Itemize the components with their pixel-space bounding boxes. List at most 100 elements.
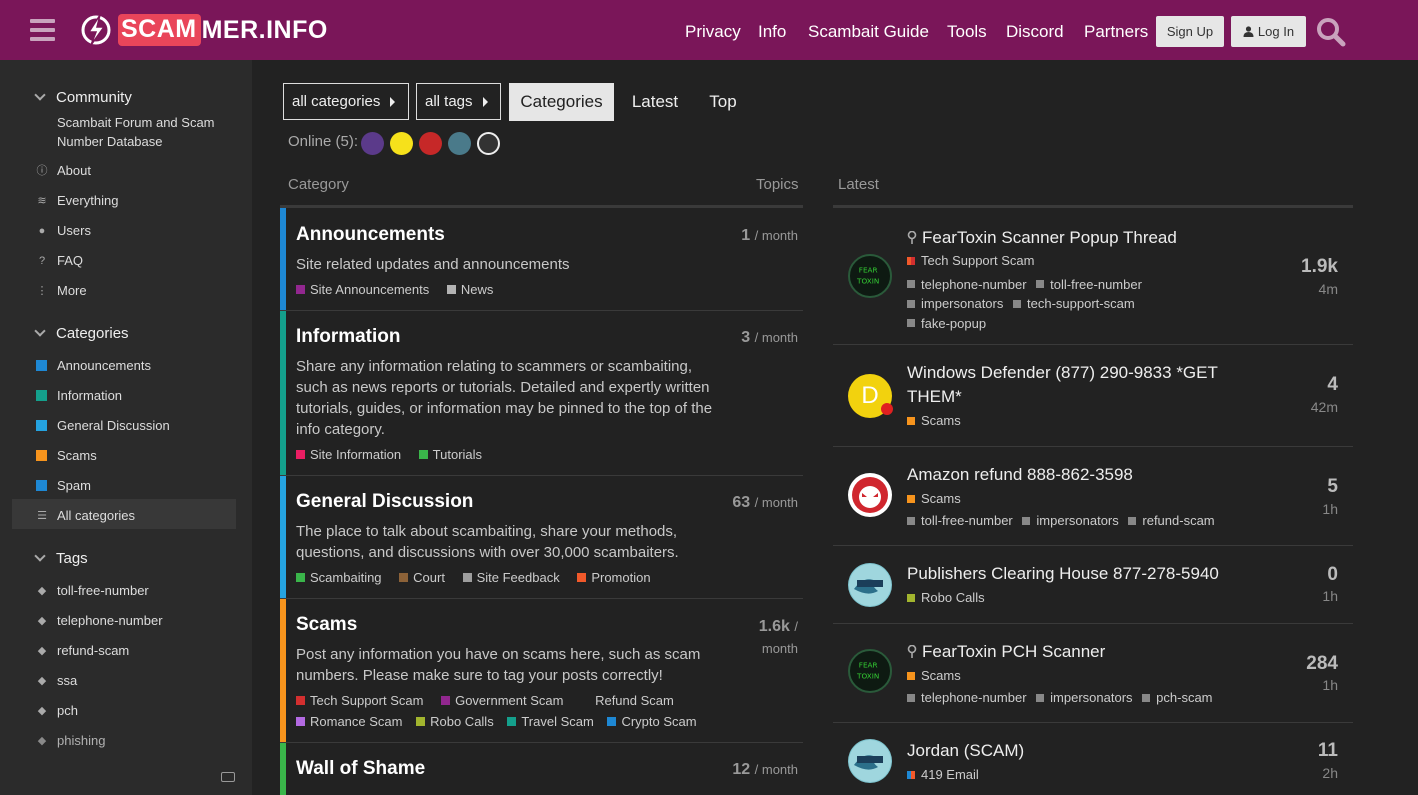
- sidebar-item-information[interactable]: Information: [36, 388, 122, 403]
- category-row-announcements[interactable]: Announcements 1 / month Site related upd…: [280, 208, 803, 311]
- site-logo[interactable]: SCAM MER.INFO: [80, 12, 328, 48]
- topic-tag[interactable]: pch-scam: [1142, 689, 1213, 707]
- fear-toxin-avatar[interactable]: FEAR TOXIN: [848, 254, 892, 298]
- search-icon[interactable]: [1316, 17, 1346, 47]
- keyboard-icon[interactable]: [221, 772, 235, 782]
- tab-top[interactable]: Top: [700, 83, 746, 121]
- topic-tag[interactable]: toll-free-number: [1036, 275, 1142, 294]
- topic-category[interactable]: Scams: [907, 667, 967, 685]
- topic-tag[interactable]: tech-support-scam: [1013, 294, 1135, 313]
- topic-age[interactable]: 4m: [1319, 281, 1338, 297]
- subcategory-link[interactable]: Government Scam: [441, 693, 563, 708]
- topic-reply-count[interactable]: 0: [1327, 564, 1338, 586]
- sidebar-tag-item[interactable]: ◆ refund-scam: [36, 643, 129, 658]
- topic-reply-count[interactable]: 284: [1306, 653, 1338, 675]
- subcategory-link[interactable]: News: [446, 282, 493, 297]
- subcategory-link[interactable]: Robo Calls: [416, 714, 494, 729]
- subcategory-link[interactable]: Court: [399, 570, 445, 585]
- online-user-avatar[interactable]: [419, 132, 442, 155]
- subcategory-link[interactable]: Romance Scam: [296, 714, 402, 729]
- category-row-information[interactable]: Information 3 / month Share any informat…: [280, 311, 803, 476]
- sidebar-item-all-categories[interactable]: ☰ All categories: [36, 508, 135, 523]
- tab-latest[interactable]: Latest: [624, 83, 686, 121]
- sidebar-item-general-discussion[interactable]: General Discussion: [36, 418, 170, 433]
- topic-title[interactable]: Amazon refund 888-862-3598: [907, 463, 1247, 487]
- category-name[interactable]: Announcements: [296, 224, 445, 246]
- category-row-scams[interactable]: Scams 1.6k / month Post any information y…: [280, 599, 803, 743]
- topic-title[interactable]: FearToxin Scanner Popup Thread: [907, 226, 1247, 250]
- online-user-avatar[interactable]: [361, 132, 384, 155]
- sidebar-tag-item[interactable]: ◆ toll-free-number: [36, 583, 149, 598]
- category-name[interactable]: Wall of Shame: [296, 758, 425, 780]
- topic-category[interactable]: 419 Email: [907, 766, 985, 784]
- sidebar-item-scams[interactable]: Scams: [36, 448, 97, 463]
- nav-partners[interactable]: Partners: [1084, 22, 1148, 42]
- topic-title[interactable]: FearToxin PCH Scanner: [907, 640, 1247, 664]
- subcategory-link[interactable]: Travel Scam: [507, 714, 594, 729]
- topic-reply-count[interactable]: 4: [1327, 374, 1338, 396]
- nav-discord[interactable]: Discord: [1006, 22, 1064, 42]
- sidebar-section-community[interactable]: Community: [34, 89, 132, 106]
- subcategory-link[interactable]: Scambaiting: [296, 570, 382, 585]
- subcategory-link[interactable]: Crypto Scam: [607, 714, 697, 729]
- hamburger-menu-icon[interactable]: [30, 19, 55, 41]
- latest-topic-item[interactable]: FEAR TOXIN FearToxin Scanner Popup Thread…: [833, 208, 1353, 345]
- tab-categories[interactable]: Categories: [509, 83, 614, 121]
- topic-age[interactable]: 1h: [1322, 588, 1338, 604]
- online-user-avatar[interactable]: [390, 132, 413, 155]
- topic-age[interactable]: 1h: [1322, 501, 1338, 517]
- fear-toxin-avatar[interactable]: FEAR TOXIN: [848, 649, 892, 693]
- topic-age[interactable]: 2h: [1322, 765, 1338, 781]
- topic-reply-count[interactable]: 5: [1327, 476, 1338, 498]
- topic-tag[interactable]: impersonators: [1036, 689, 1133, 707]
- topic-title[interactable]: Windows Defender (877) 290-9833 *GET THE…: [907, 361, 1247, 409]
- category-row-general-discussion[interactable]: General Discussion 63 / month The place …: [280, 476, 803, 599]
- sidebar-item-about[interactable]: ⓘ About: [36, 163, 91, 178]
- nav-privacy[interactable]: Privacy: [685, 22, 741, 42]
- online-user-avatar[interactable]: [477, 132, 500, 155]
- tsunami-avatar[interactable]: [848, 739, 892, 783]
- sidebar-item-everything[interactable]: ≋ Everything: [36, 193, 118, 208]
- online-user-avatar[interactable]: [448, 132, 471, 155]
- topic-tag[interactable]: toll-free-number: [907, 512, 1013, 530]
- category-name[interactable]: Information: [296, 326, 401, 348]
- topic-title[interactable]: Publishers Clearing House 877-278-5940: [907, 562, 1247, 586]
- topic-category[interactable]: Robo Calls: [907, 589, 991, 607]
- subcategory-link[interactable]: Site Information: [296, 447, 401, 462]
- topic-tag[interactable]: impersonators: [907, 294, 1003, 313]
- tsunami-avatar[interactable]: [848, 563, 892, 607]
- topic-age[interactable]: 1h: [1322, 677, 1338, 693]
- sidebar-section-categories[interactable]: Categories: [34, 325, 129, 342]
- sidebar-tag-item[interactable]: ◆ pch: [36, 703, 78, 718]
- nav-scambait-guide[interactable]: Scambait Guide: [808, 22, 929, 42]
- nav-tools[interactable]: Tools: [947, 22, 987, 42]
- sign-up-button[interactable]: Sign Up: [1156, 16, 1224, 47]
- topic-age[interactable]: 42m: [1311, 399, 1338, 415]
- topic-category[interactable]: Scams: [907, 412, 967, 430]
- subcategory-link[interactable]: Site Announcements: [296, 282, 429, 297]
- all-categories-dropdown[interactable]: all categories: [283, 83, 409, 120]
- sidebar-item-users[interactable]: ● Users: [36, 223, 91, 238]
- topic-tag[interactable]: impersonators: [1022, 512, 1119, 530]
- sidebar-tag-item[interactable]: ◆ phishing: [36, 733, 106, 748]
- subcategory-link[interactable]: Tutorials: [418, 447, 482, 462]
- category-row-wall-of-shame[interactable]: Wall of Shame 12 / month: [280, 743, 803, 795]
- all-tags-dropdown[interactable]: all tags: [416, 83, 501, 120]
- topic-reply-count[interactable]: 1.9k: [1301, 256, 1338, 278]
- nav-info[interactable]: Info: [758, 22, 786, 42]
- subcategory-link[interactable]: Refund Scam: [581, 693, 674, 708]
- sidebar-tag-item[interactable]: ◆ ssa: [36, 673, 77, 688]
- topic-tag[interactable]: fake-popup: [907, 314, 986, 333]
- sidebar-item-announcements[interactable]: Announcements: [36, 358, 151, 373]
- latest-topic-item[interactable]: D Windows Defender (877) 290-9833 *GET T…: [833, 345, 1353, 447]
- subcategory-link[interactable]: Promotion: [577, 570, 651, 585]
- topic-title[interactable]: Jordan (SCAM): [907, 739, 1247, 763]
- latest-topic-item[interactable]: Amazon refund 888-862-3598 Scams toll-fr…: [833, 447, 1353, 546]
- topic-tag[interactable]: telephone-number: [907, 275, 1027, 294]
- latest-topic-item[interactable]: FEAR TOXIN FearToxin PCH Scanner Scams te…: [833, 624, 1353, 723]
- sidebar-item-faq[interactable]: ? FAQ: [36, 253, 83, 268]
- sidebar-item-more[interactable]: ⋮ More: [36, 283, 87, 298]
- latest-topic-item[interactable]: Jordan (SCAM) 419 Email 11 2h: [833, 723, 1353, 795]
- topic-tag[interactable]: refund-scam: [1128, 512, 1215, 530]
- topic-category[interactable]: Tech Support Scam: [907, 252, 1040, 270]
